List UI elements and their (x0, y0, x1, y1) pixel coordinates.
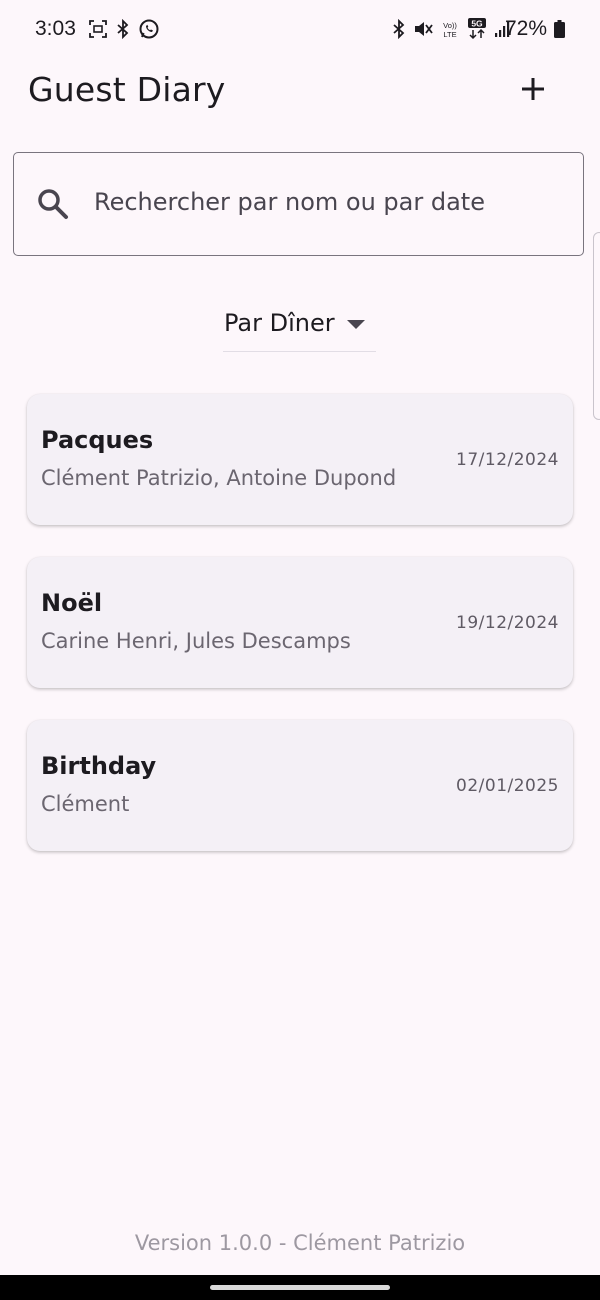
screenshot-icon (88, 19, 108, 44)
plus-icon (519, 75, 547, 107)
dinner-card[interactable]: Pacques Clément Patrizio, Antoine Dupond… (27, 394, 573, 525)
dinner-title: Noël (41, 589, 103, 617)
bluetooth-icon (392, 18, 406, 44)
dinner-date: 17/12/2024 (456, 450, 559, 470)
status-right-icons: Vo)) LTE 5G (392, 18, 510, 45)
version-footer: Version 1.0.0 - Clément Patrizio (134, 1231, 466, 1255)
status-left-icons (88, 18, 160, 45)
dinner-guests: Clément (41, 792, 130, 816)
status-bar: 3:03 Vo)) LTE 5G 72% (0, 0, 600, 60)
svg-text:Vo)): Vo)) (443, 21, 457, 30)
battery-icon (554, 20, 565, 38)
dinner-card[interactable]: Birthday Clément 02/01/2025 (27, 720, 573, 851)
caret-down-icon (347, 320, 365, 329)
navigation-bar (0, 1275, 600, 1300)
svg-text:LTE: LTE (443, 30, 456, 39)
5g-icon: 5G (467, 18, 487, 45)
dinner-date: 02/01/2025 (456, 776, 559, 796)
sort-dropdown-value: Par Dîner (224, 309, 335, 337)
dinner-date: 19/12/2024 (456, 613, 559, 633)
dinner-guests: Carine Henri, Jules Descamps (41, 629, 351, 653)
status-time: 3:03 (35, 17, 76, 40)
whatsapp-icon (138, 18, 160, 45)
bluetooth-icon (116, 18, 130, 44)
dinner-guests: Clément Patrizio, Antoine Dupond (41, 466, 397, 490)
add-dinner-button[interactable] (509, 67, 557, 115)
mute-icon (413, 19, 433, 44)
home-gesture-handle[interactable] (210, 1285, 390, 1290)
scrollbar[interactable] (593, 232, 600, 420)
sort-dropdown[interactable]: Par Dîner (223, 300, 376, 352)
app-bar: Guest Diary (0, 60, 600, 124)
search-placeholder: Rechercher par nom ou par date (94, 188, 485, 216)
svg-text:5G: 5G (471, 19, 483, 29)
dinner-title: Birthday (41, 752, 157, 780)
page-title: Guest Diary (28, 70, 226, 109)
search-icon (36, 187, 70, 221)
battery-percent: 72% (505, 17, 548, 40)
search-input[interactable]: Rechercher par nom ou par date (13, 152, 584, 256)
dinner-card[interactable]: Noël Carine Henri, Jules Descamps 19/12/… (27, 557, 573, 688)
volte-icon: Vo)) LTE (440, 19, 460, 44)
dinner-title: Pacques (41, 426, 154, 454)
